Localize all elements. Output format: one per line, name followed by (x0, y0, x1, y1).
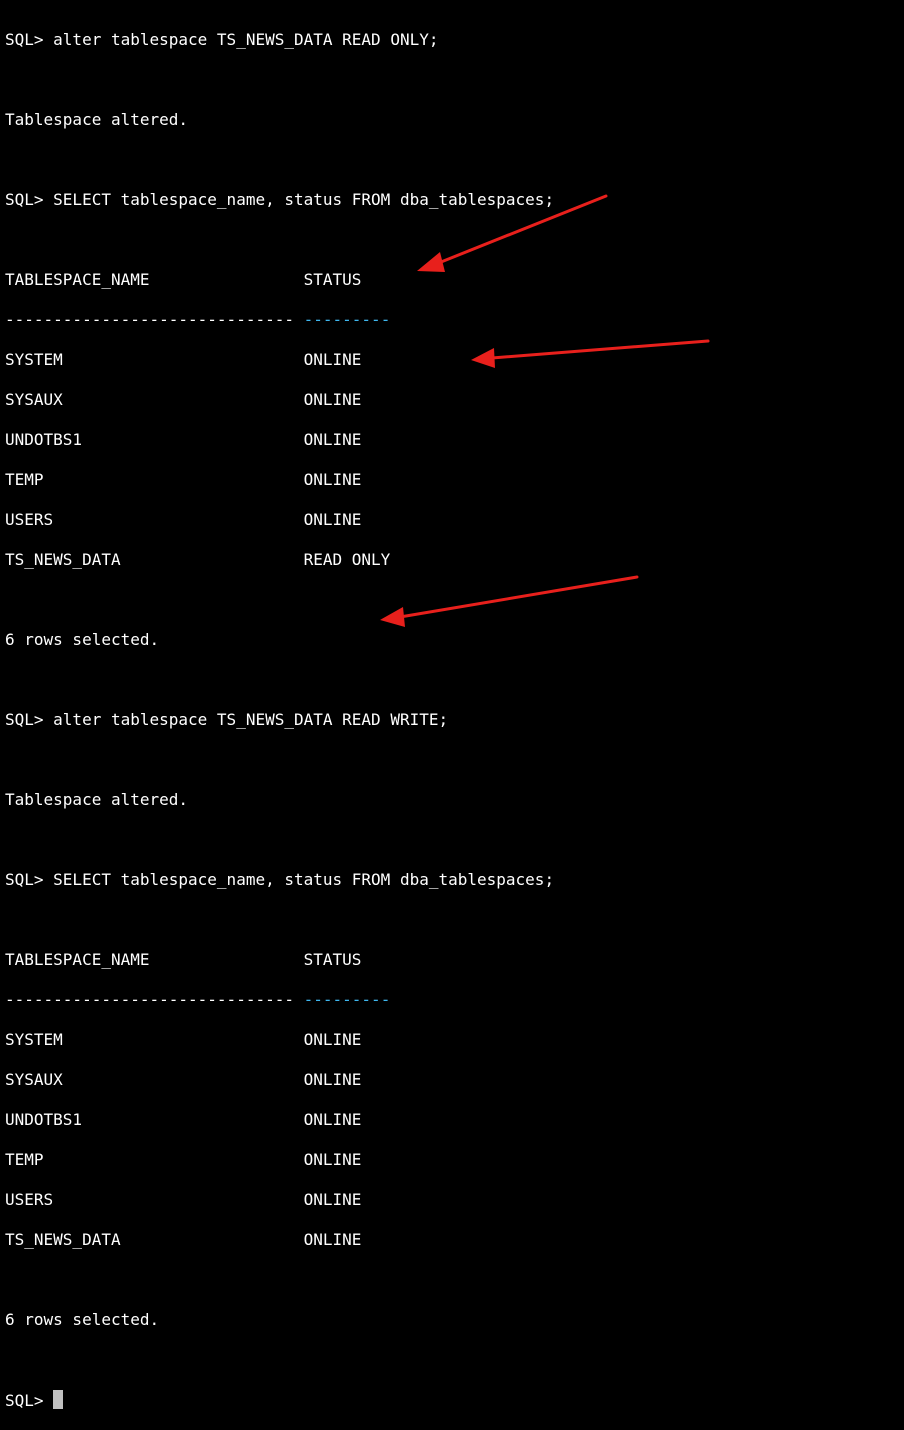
separator-name-column: ------------------------------ (5, 990, 304, 1009)
query-line: SQL> SELECT tablespace_name, status FROM… (5, 870, 555, 889)
table-row: TEMP ONLINE (5, 1150, 362, 1169)
terminal-output[interactable]: SQL> alter tablespace TS_NEWS_DATA READ … (0, 0, 904, 1410)
table-row: TEMP ONLINE (5, 470, 362, 489)
rows-selected-line: 6 rows selected. (5, 1310, 160, 1329)
separator-status-column: --------- (303, 990, 391, 1009)
prompt-line[interactable]: SQL> (5, 1390, 904, 1410)
command-line: SQL> alter tablespace TS_NEWS_DATA READ … (5, 30, 439, 49)
sql-prompt: SQL> (5, 1391, 54, 1410)
result-line: Tablespace altered. (5, 110, 189, 129)
table-header: TABLESPACE_NAME STATUS (5, 270, 362, 289)
table-row: TS_NEWS_DATA READ ONLY (5, 550, 391, 569)
table-row: USERS ONLINE (5, 1190, 362, 1209)
table-row: TS_NEWS_DATA ONLINE (5, 1230, 362, 1249)
command-line: SQL> alter tablespace TS_NEWS_DATA READ … (5, 710, 449, 729)
table-separator: ------------------------------ --------- (5, 990, 904, 1010)
table-row: USERS ONLINE (5, 510, 362, 529)
table-row: SYSAUX ONLINE (5, 390, 362, 409)
separator-status-column: --------- (303, 310, 391, 329)
separator-name-column: ------------------------------ (5, 310, 304, 329)
table-row: UNDOTBS1 ONLINE (5, 430, 362, 449)
table-header: TABLESPACE_NAME STATUS (5, 950, 362, 969)
rows-selected-line: 6 rows selected. (5, 630, 160, 649)
table-row: SYSAUX ONLINE (5, 1070, 362, 1089)
table-row: UNDOTBS1 ONLINE (5, 1110, 362, 1129)
table-row: SYSTEM ONLINE (5, 1030, 362, 1049)
table-row: SYSTEM ONLINE (5, 350, 362, 369)
query-line: SQL> SELECT tablespace_name, status FROM… (5, 190, 555, 209)
text-cursor (53, 1390, 64, 1409)
result-line: Tablespace altered. (5, 790, 189, 809)
table-separator: ------------------------------ --------- (5, 310, 904, 330)
